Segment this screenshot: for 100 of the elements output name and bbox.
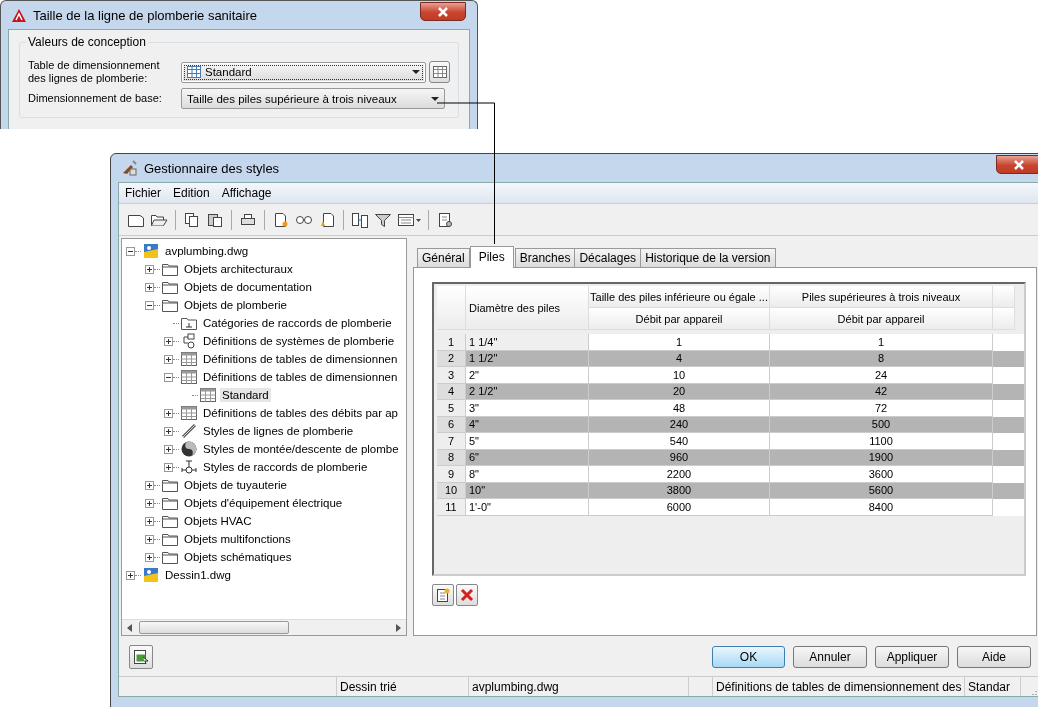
- expand-icon[interactable]: [145, 480, 154, 490]
- horizontal-scrollbar[interactable]: [122, 619, 406, 636]
- tree-item[interactable]: Catégories de raccords de plomberie: [201, 316, 394, 330]
- collapse-icon[interactable]: [164, 372, 173, 382]
- table-cell: 2": [466, 367, 589, 384]
- tab[interactable]: Piles: [469, 246, 514, 268]
- expand-icon[interactable]: [126, 570, 135, 580]
- delete-row-button[interactable]: [456, 584, 478, 606]
- column-header: Piles supérieures à trois niveaux: [770, 286, 993, 308]
- caret-icon: [431, 96, 439, 101]
- tree-item[interactable]: Standard: [220, 388, 271, 402]
- add-row-button[interactable]: [432, 584, 454, 606]
- table-icon: [187, 66, 201, 78]
- table-cell: 10: [589, 367, 770, 384]
- open-folder-icon[interactable]: [150, 212, 168, 228]
- settings-sheet-icon[interactable]: [436, 212, 454, 228]
- tree-item[interactable]: avplumbing.dwg: [163, 244, 251, 258]
- folder-icon: [162, 550, 178, 564]
- tree-item[interactable]: Styles de lignes de plomberie: [201, 424, 356, 438]
- folder-icon: [162, 532, 178, 546]
- row-number: 5: [437, 400, 466, 417]
- menu-item[interactable]: Edition: [173, 186, 210, 200]
- expand-icon[interactable]: [145, 534, 154, 544]
- copy-icon[interactable]: [183, 212, 201, 228]
- expand-icon[interactable]: [164, 462, 173, 472]
- tree-item[interactable]: Définitions de systèmes de plomberie: [201, 334, 397, 348]
- new-style-icon[interactable]: [272, 212, 290, 228]
- tree-item[interactable]: Définitions de tables de dimensionnen: [201, 352, 400, 366]
- table-cell: 540: [589, 433, 770, 450]
- tree-item[interactable]: Définitions de tables de dimensionnen: [201, 370, 400, 384]
- expand-icon[interactable]: [145, 498, 154, 508]
- expand-icon[interactable]: [164, 408, 173, 418]
- row-number: 7: [437, 433, 466, 450]
- tab[interactable]: Décalages: [574, 248, 642, 267]
- table-cell: 3600: [770, 466, 993, 483]
- app-logo-icon: [12, 8, 26, 22]
- dialog-button[interactable]: Annuler: [793, 646, 867, 669]
- table-cell: 8400: [770, 499, 993, 516]
- dialog-button[interactable]: Aide: [957, 646, 1031, 669]
- close-icon: [1013, 159, 1025, 170]
- caret-icon: [412, 70, 421, 74]
- dropdown-field[interactable]: Taille des piles supérieure à trois niveaux: [181, 88, 445, 109]
- tab[interactable]: Général: [417, 248, 470, 267]
- add-row-icon: [436, 588, 450, 602]
- table-icon: [181, 406, 197, 420]
- status-text: Standar: [965, 677, 1021, 696]
- dialog-button[interactable]: OK: [712, 646, 785, 669]
- close-button[interactable]: [996, 155, 1038, 174]
- column-header: Diamètre des piles: [466, 286, 589, 330]
- filter-icon[interactable]: [374, 212, 392, 228]
- tree-item[interactable]: Objets de plomberie: [182, 298, 289, 312]
- dropdown-field[interactable]: Standard: [181, 61, 427, 83]
- tree-item[interactable]: Objets de tuyauterie: [182, 478, 289, 492]
- expand-icon[interactable]: [145, 552, 154, 562]
- tree-item[interactable]: Styles de montée/descente de plombe: [201, 442, 401, 456]
- menu-item[interactable]: Affichage: [221, 186, 272, 200]
- column-header: Débit par appareil: [770, 308, 993, 330]
- close-button[interactable]: [420, 2, 466, 21]
- status-text: Définitions de tables de dimensionnement des: [713, 677, 965, 696]
- expand-icon[interactable]: [164, 426, 173, 436]
- expand-icon[interactable]: [164, 336, 173, 346]
- tree-item[interactable]: Objets multifonctions: [182, 532, 293, 546]
- scroll-left-icon[interactable]: [127, 623, 133, 632]
- collapse-icon[interactable]: [145, 300, 154, 310]
- export-button[interactable]: [129, 645, 153, 670]
- table-cell: 72: [770, 400, 993, 417]
- expand-icon[interactable]: [164, 444, 173, 454]
- tree-item[interactable]: Objets HVAC: [182, 514, 254, 528]
- table-cell: 3": [466, 400, 589, 417]
- view-list-icon[interactable]: [397, 212, 421, 228]
- tree-item[interactable]: Dessin1.dwg: [163, 568, 233, 582]
- status-text: Dessin trié: [337, 677, 469, 696]
- table-cell: 5": [466, 433, 589, 450]
- broom-icon[interactable]: [318, 212, 336, 228]
- new-file-icon[interactable]: [127, 212, 145, 228]
- expand-icon[interactable]: [145, 264, 154, 274]
- dialog-button[interactable]: Appliquer: [875, 646, 949, 669]
- expand-icon[interactable]: [145, 282, 154, 292]
- tree-item[interactable]: Définitions de tables des débits par ap: [201, 406, 400, 420]
- tree-item[interactable]: Objets de documentation: [182, 280, 314, 294]
- tab[interactable]: Historique de la version: [640, 248, 776, 267]
- tab[interactable]: Branches: [514, 248, 576, 267]
- tree-item[interactable]: Styles de raccords de plomberie: [201, 460, 370, 474]
- pipe-icon: [181, 423, 197, 439]
- row-number: 1: [437, 334, 466, 351]
- tree-item[interactable]: Objets d'équipement électrique: [182, 496, 345, 510]
- tree-item[interactable]: Objets architecturaux: [182, 262, 295, 276]
- table-picker-button[interactable]: [429, 61, 450, 83]
- menu-item[interactable]: Fichier: [125, 186, 161, 200]
- expand-icon[interactable]: [164, 354, 173, 364]
- expand-icon[interactable]: [145, 516, 154, 526]
- printer-icon[interactable]: [239, 212, 257, 228]
- valve-icon: [181, 459, 197, 475]
- tree-item[interactable]: Objets schématiques: [182, 550, 294, 564]
- paste-icon[interactable]: [206, 212, 224, 228]
- scroll-right-icon[interactable]: [395, 623, 401, 632]
- compare-icon[interactable]: [351, 212, 369, 228]
- collapse-icon[interactable]: [126, 246, 135, 256]
- field-label: Dimensionnement de base:: [28, 92, 163, 105]
- table-cell: 24: [770, 367, 993, 384]
